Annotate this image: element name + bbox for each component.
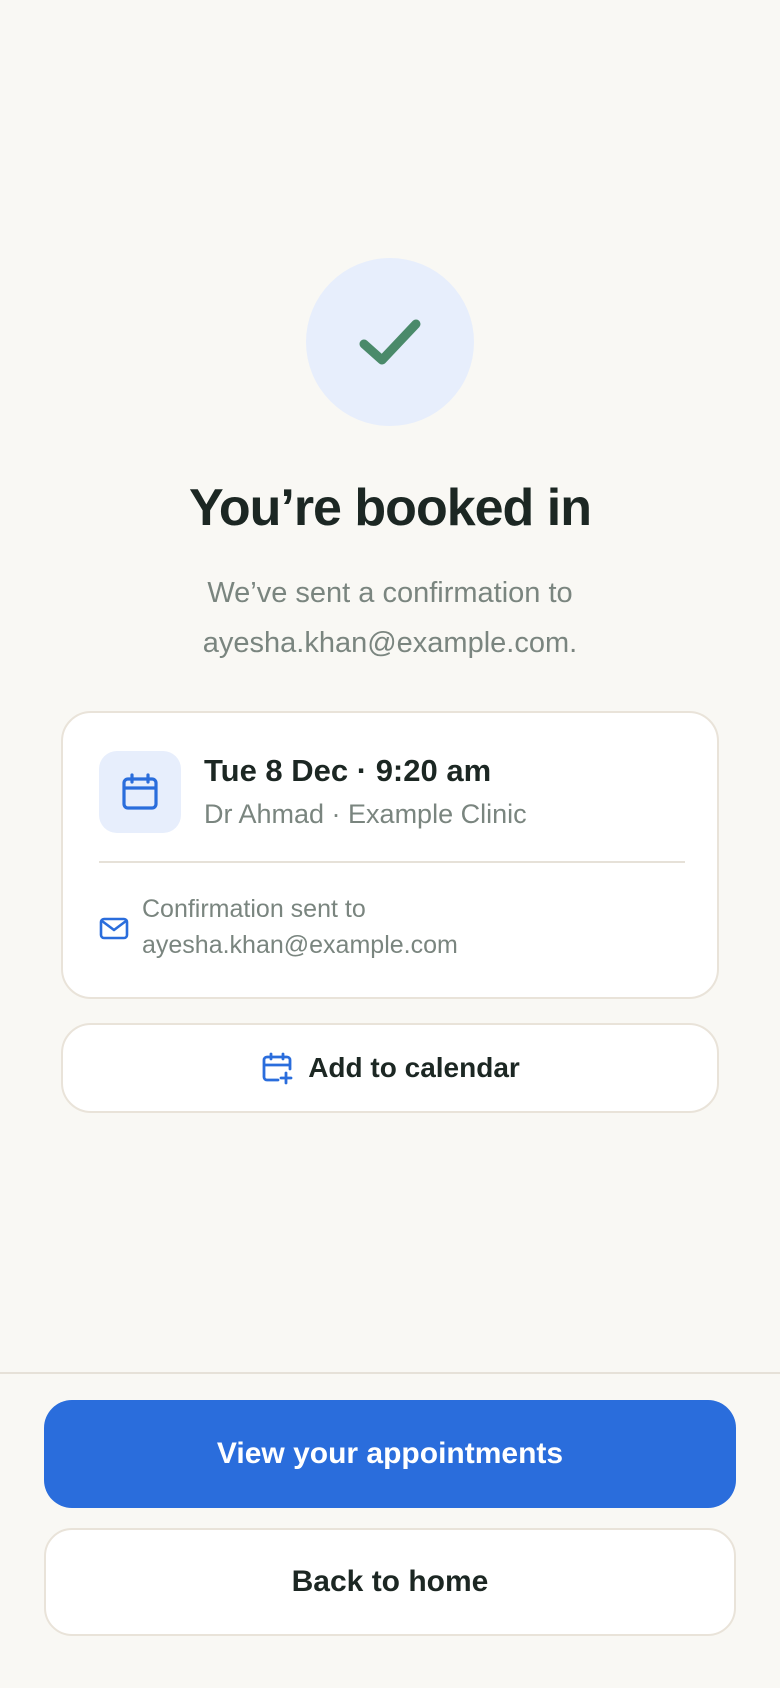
appointment-summary-card: Tue 8 Dec · 9:20 am Dr Ahmad · Example C… <box>61 711 719 999</box>
page-title: You’re booked in <box>189 479 592 537</box>
add-to-calendar-button[interactable]: Add to calendar <box>61 1023 719 1113</box>
confirmation-sent-label: Confirmation sent to <box>142 895 366 923</box>
mail-icon <box>99 917 129 940</box>
add-to-calendar-label: Add to calendar <box>308 1052 520 1083</box>
success-badge <box>306 258 474 426</box>
back-to-home-button[interactable]: Back to home <box>44 1528 736 1636</box>
footer-divider <box>0 1372 780 1374</box>
subtitle-line-1: We’ve sent a confirmation to <box>207 577 573 609</box>
view-appointments-label: View your appointments <box>216 1437 564 1470</box>
appointment-datetime: Tue 8 Dec · 9:20 am <box>204 753 492 788</box>
confirmation-email: ayesha.khan@example.com <box>142 931 458 959</box>
calendar-icon <box>122 773 158 810</box>
confirmation-subtitle: We’ve sent a confirmation to ayesha.khan… <box>120 568 660 668</box>
check-icon <box>359 319 421 365</box>
card-divider <box>99 861 685 863</box>
appointment-doctor-clinic: Dr Ahmad · Example Clinic <box>204 799 527 829</box>
back-to-home-label: Back to home <box>291 1565 489 1598</box>
subtitle-line-2: ayesha.khan@example.com. <box>202 627 578 659</box>
booking-confirmation-screen: You’re booked in We’ve sent a confirmati… <box>0 0 780 1688</box>
calendar-tile <box>99 751 181 833</box>
calendar-plus-icon <box>262 1052 293 1085</box>
view-appointments-button[interactable]: View your appointments <box>44 1400 736 1508</box>
